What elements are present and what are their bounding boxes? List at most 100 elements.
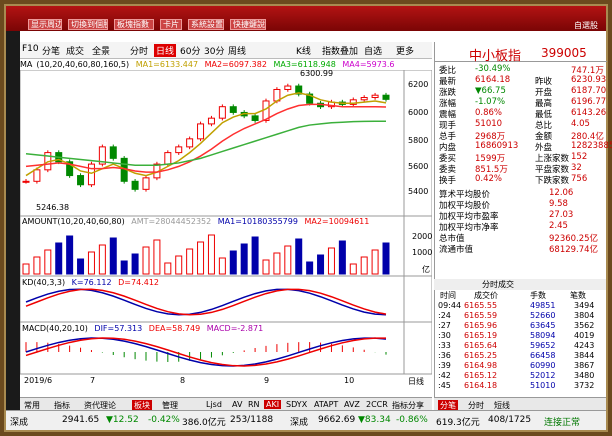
amount-unit: 亿 [422,265,430,274]
candle [207,117,215,125]
topbar-button[interactable]: 卡片 [160,19,182,30]
stat-row: 加权平均市净率 2.45 [435,221,607,233]
status-v7: ▼83.34 [358,415,391,425]
watchlist-label[interactable]: 自選股 [574,20,598,31]
index-code: 399005 [541,46,587,60]
period-fenshi[interactable]: 分时 [130,44,148,57]
topbar-button[interactable]: 系統設置 [188,19,224,30]
topbar-button[interactable]: 切換到個股 [68,19,108,30]
tick-cell: 4019 [574,331,595,340]
toolbar-fenbi[interactable]: 分笔 [42,44,60,57]
period-60[interactable]: 60分 [180,44,200,57]
price-tick: 5600 [408,162,429,171]
tick-cell: 6165.59 [464,311,498,320]
period-rixian[interactable]: 日线 [154,44,177,57]
candle [284,85,292,90]
tick-head-count: 笔数 [570,291,586,300]
price-tick: 6000 [408,108,429,117]
topbar-button[interactable]: 显示周边 [28,19,62,30]
status-v10: 408/1725 [488,415,532,425]
toolbar-index-overlay[interactable]: 指数叠加 [322,44,358,57]
date-tick: 8 [180,376,186,385]
tick-cell: 3804 [574,311,595,320]
tab-avz[interactable]: AVZ [344,400,360,409]
volume-bar [327,247,335,275]
quote-row: 最新 6164.18 昨收 6230.93 [435,75,607,87]
status-v8: -0.86% [396,415,428,425]
tick-cell: 60990 [530,361,556,370]
volume-bar [22,263,30,275]
tab-rn[interactable]: RN [248,400,260,409]
volume-bar [153,239,161,275]
macd-value: MACD=-2.871 [206,324,264,333]
period-zhou[interactable]: 周线 [228,44,246,57]
tick-cell: 6165.12 [464,371,498,380]
volume-bar [55,242,63,275]
quote-cell: 16860913 [475,141,519,151]
amount-legend: AMOUNT(10,20,40,60,80) AMT=28044452352 M… [22,217,369,226]
topbar-button[interactable]: 板塊指數 [114,19,154,30]
tab-sdyx[interactable]: SDYX [286,400,307,409]
candle [251,115,259,121]
candle [360,97,368,101]
toolbar-chengjiao[interactable]: 成交 [66,44,84,57]
quote-cell: 换手 [439,176,457,186]
toolbar-f10[interactable]: F10 [22,44,39,54]
toolbar-kxian[interactable]: K线 [296,44,311,57]
tab-av[interactable]: AV [232,400,242,409]
tick-cell: 6165.64 [464,341,498,350]
date-tick: 7 [90,376,96,385]
tab-ljsd[interactable]: Ljsd [206,400,222,409]
tick-cell: :24 [438,311,451,320]
amount-ma2: MA2=10094611 [304,217,370,226]
topbar-button[interactable]: 快捷鍵說明 [230,19,266,30]
volume-bar [186,248,194,275]
tick-cell: 49851 [530,301,556,310]
candle [131,180,139,190]
amount-amt: AMT=28044452352 [131,217,212,226]
chart-svg [19,69,433,375]
candle [382,94,390,100]
volume-bar [44,249,52,275]
quote-row: 换手 0.42% 下跌家数 756 [435,174,607,186]
tick-cell: :30 [438,331,451,340]
volume-bar [109,237,117,275]
tick-cell: :39 [438,361,451,370]
tick-cell: 3732 [574,381,595,390]
tick-head-time: 时间 [440,291,456,300]
candle [371,94,379,99]
macd-label: MACD [22,324,46,333]
stat-label: 流通市值 [439,245,474,255]
period-30[interactable]: 30分 [204,44,224,57]
tick-cell: 51010 [530,381,556,390]
toolbar-quanjing[interactable]: 全景 [92,44,110,57]
quote-row: 内盘 16860913 外盘 12823885 [435,141,612,153]
candle [186,138,194,148]
status-label: 深成 [10,418,29,428]
volume-bar [306,261,314,275]
price-tick: 6200 [408,80,429,89]
toolbar-more[interactable]: 更多 [396,44,414,57]
candle [87,163,95,186]
tick-cell: :42 [438,371,451,380]
tick-cell: 3562 [574,321,595,330]
toolbar-watchlist[interactable]: 自选 [364,44,382,57]
quote-cell: 32 [571,163,582,173]
ma-label: MA [20,60,33,69]
amount-ma1: MA1=10180355799 [217,217,298,226]
price-tick: 5800 [408,136,429,145]
indicator-tabs: 常用 指标 资代理论 板块 管理 Ljsd AV RN AKI SDYX ATA… [20,397,432,411]
tick-head-price: 成交价 [474,291,498,300]
tab-atapt[interactable]: ATAPT [314,400,338,409]
kline-chart[interactable]: 6300.99 5246.38 6200 6000 5800 5600 5400… [19,69,433,386]
volume-bar [349,263,357,275]
date-tick: 10 [344,376,355,385]
candle [142,177,150,190]
tab-2ccr[interactable]: 2CCR [366,400,388,409]
tick-title-row: 分时成交 [434,279,606,290]
tick-head-volume: 手数 [530,291,546,300]
volume-bar [207,234,215,275]
tab-aki[interactable]: AKI [264,400,282,409]
volume-bar [142,246,150,275]
ma4-value: MA4=5973.6 [342,60,395,69]
